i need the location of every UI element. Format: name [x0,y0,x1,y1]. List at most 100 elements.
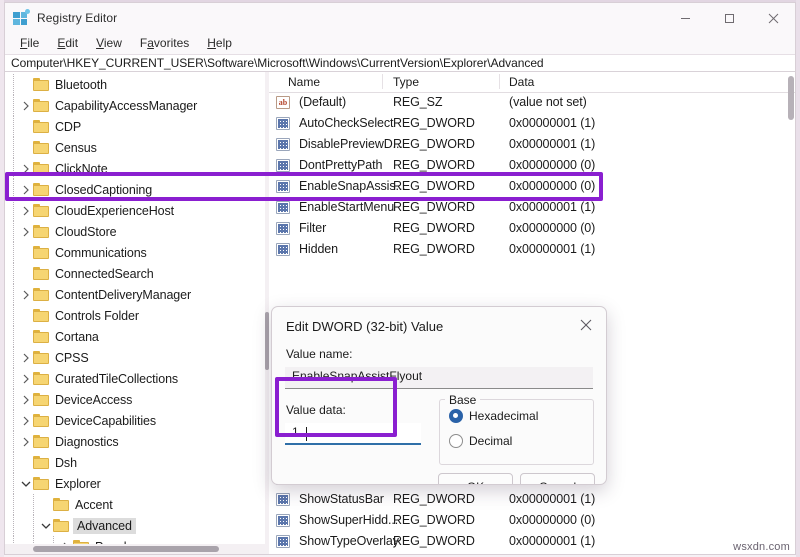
tree-item-label: Explorer [55,476,101,491]
tree-item-explorer[interactable]: Explorer [5,473,265,494]
table-row[interactable]: EnableSnapAssis... REG_DWORD 0x00000000 (0… [269,176,795,197]
close-icon[interactable] [751,3,795,33]
radio-decimal-indicator [449,434,463,448]
tree-item-cloudexperiencehost[interactable]: CloudExperienceHost [5,200,265,221]
folder-icon [33,372,50,385]
tree-item-diagnostics[interactable]: Diagnostics [5,431,265,452]
tree-horizontal-scrollbar[interactable] [5,544,265,554]
table-row[interactable]: ShowStatusBar REG_DWORD 0x00000001 (1) [269,489,795,510]
tree-item-communications[interactable]: Communications [5,242,265,263]
value-name-cell: (Default) [299,95,347,109]
chevron-right-icon[interactable] [19,284,33,305]
chevron-right-icon[interactable] [19,158,33,179]
tree-leaf-spacer [19,242,33,263]
folder-icon [33,78,50,91]
value-data-cell: 0x00000001 (1) [509,492,596,506]
chevron-right-icon[interactable] [19,347,33,368]
table-row[interactable]: ShowTypeOverlay REG_DWORD 0x00000001 (1) [269,531,795,552]
menu-label-file-rest: ile [27,36,40,50]
folder-icon [33,246,50,259]
address-path: Computer\HKEY_CURRENT_USER\Software\Micr… [11,56,544,70]
table-row[interactable]: AutoCheckSelect REG_DWORD 0x00000001 (1) [269,113,795,134]
tree-item-label: ClickNote [55,161,108,176]
tree-item-cdp[interactable]: CDP [5,116,265,137]
tree-item-closedcaptioning[interactable]: ClosedCaptioning [5,179,265,200]
tree-item-dsh[interactable]: Dsh [5,452,265,473]
edit-dword-dialog: Edit DWORD (32-bit) Value Value name: En… [271,306,607,485]
value-type-cell: REG_DWORD [393,513,475,527]
page-edge-right [796,0,800,557]
tree-item-devicecapabilities[interactable]: DeviceCapabilities [5,410,265,431]
tree-guide-line [13,368,15,389]
column-header-type[interactable]: Type [393,75,419,89]
tree-guide-line [13,242,15,263]
tree-item-capabilityaccessmanager[interactable]: CapabilityAccessManager [5,95,265,116]
dword-value-icon [276,222,290,235]
tree-item-cloudstore[interactable]: CloudStore [5,221,265,242]
menu-item-favorites[interactable]: Favorites [131,35,198,52]
table-row[interactable]: DontPrettyPath REG_DWORD 0x00000000 (0) [269,155,795,176]
menu-label-view-rest: iew [103,36,122,50]
chevron-right-icon[interactable] [19,221,33,242]
chevron-right-icon[interactable] [19,431,33,452]
chevron-right-icon[interactable] [19,200,33,221]
table-row[interactable]: EnableStartMenu REG_DWORD 0x00000001 (1) [269,197,795,218]
column-header-name[interactable]: Name [288,75,320,89]
chevron-right-icon[interactable] [19,389,33,410]
tree-item-census[interactable]: Census [5,137,265,158]
chevron-right-icon[interactable] [19,179,33,200]
menu-item-view[interactable]: View [87,35,131,52]
minimize-icon[interactable] [663,3,707,33]
tree-hscroll-thumb[interactable] [33,546,219,552]
tree-item-controls-folder[interactable]: Controls Folder [5,305,265,326]
maximize-icon[interactable] [707,3,751,33]
table-row[interactable]: ShowSuperHidd... REG_DWORD 0x00000000 (0) [269,510,795,531]
table-row[interactable]: DisablePreviewD... REG_DWORD 0x00000001 (1… [269,134,795,155]
values-vertical-scrollbar[interactable] [787,72,795,554]
chevron-down-icon[interactable] [39,515,53,536]
chevron-right-icon[interactable] [19,368,33,389]
chevron-right-icon[interactable] [19,95,33,116]
address-bar[interactable]: Computer\HKEY_CURRENT_USER\Software\Micr… [5,54,795,72]
menu-item-edit[interactable]: Edit [48,35,87,52]
menu-item-help[interactable]: Help [198,35,241,52]
table-row[interactable]: Filter REG_DWORD 0x00000000 (0) [269,218,795,239]
tree-item-advanced[interactable]: Advanced [5,515,265,536]
registry-editor-window: Registry Editor File Edit View Favorites… [4,2,796,555]
menu-item-file[interactable]: File [11,35,48,52]
tree-item-cortana[interactable]: Cortana [5,326,265,347]
tree-guide-line [13,431,15,452]
value-type-cell: REG_DWORD [393,116,475,130]
tree-item-clicknote[interactable]: ClickNote [5,158,265,179]
ok-button[interactable]: OK [438,473,513,484]
dword-value-icon [276,117,290,130]
tree-item-connectedsearch[interactable]: ConnectedSearch [5,263,265,284]
tree-guide-line [13,410,15,431]
values-vscroll-thumb[interactable] [788,76,794,120]
watermark: wsxdn.com [729,540,794,554]
chevron-right-icon[interactable] [19,410,33,431]
dword-value-icon [276,514,290,527]
dialog-body: Value name: EnableSnapAssistFlyout Value… [272,345,606,484]
folder-icon [33,456,50,469]
tree-item-deviceaccess[interactable]: DeviceAccess [5,389,265,410]
dialog-close-icon[interactable] [572,313,600,337]
radio-hexadecimal[interactable]: Hexadecimal [449,409,538,423]
tree-guide-line [13,305,15,326]
tree-item-bluetooth[interactable]: Bluetooth [5,74,265,95]
table-row[interactable]: Hidden REG_DWORD 0x00000001 (1) [269,239,795,260]
chevron-down-icon[interactable] [19,473,33,494]
table-row[interactable]: ab (Default) REG_SZ (value not set) [269,92,795,113]
value-name-field: EnableSnapAssistFlyout [285,367,593,389]
value-name-cell: Filter [299,221,327,235]
tree-item-contentdeliverymanager[interactable]: ContentDeliveryManager [5,284,265,305]
cancel-button[interactable]: Cancel [520,473,595,484]
value-data-input[interactable]: 1 [285,423,421,445]
tree-item-curatedtilecollections[interactable]: CuratedTileCollections [5,368,265,389]
tree-item-cpss[interactable]: CPSS [5,347,265,368]
tree-item-accent[interactable]: Accent [5,494,265,515]
registry-tree-pane[interactable]: Bluetooth CapabilityAccessManager CDP Censu… [5,72,265,554]
radio-decimal[interactable]: Decimal [449,434,512,448]
value-name-cell: ShowTypeOverlay [299,534,399,548]
column-header-data[interactable]: Data [509,75,534,89]
